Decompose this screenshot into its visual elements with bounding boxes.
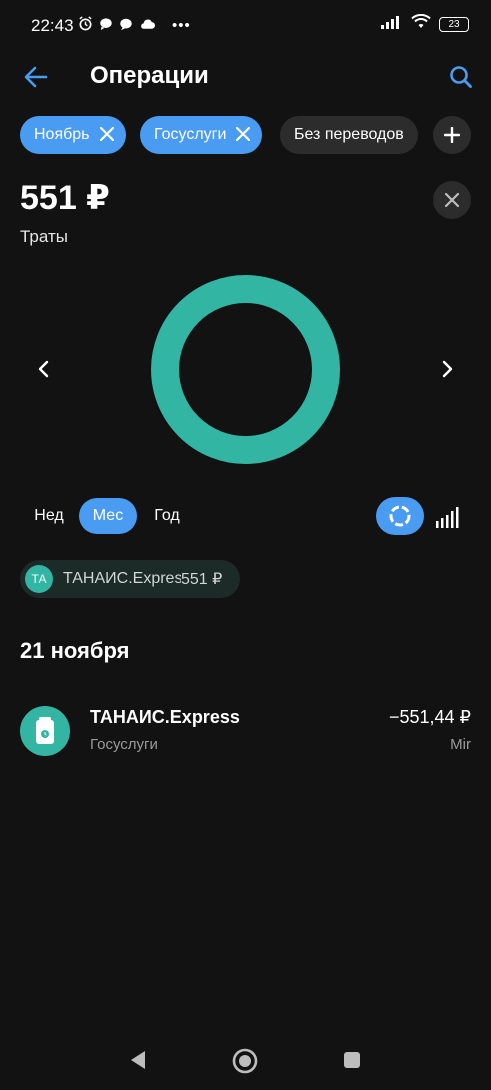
spending-donut-chart[interactable] — [150, 274, 341, 465]
status-right-icons: 23 — [381, 13, 469, 34]
nav-recents-icon[interactable] — [342, 1050, 362, 1070]
clear-filters-button[interactable] — [433, 181, 471, 219]
transaction-title: ТАНАИС.Express — [90, 707, 240, 727]
filter-chip-label: Без переводов — [294, 126, 404, 143]
signal-icon — [381, 15, 403, 34]
filter-chip-label: Госуслуги — [154, 126, 227, 143]
document-icon — [36, 717, 54, 744]
merchant-avatar: ТА — [25, 565, 53, 593]
period-year[interactable]: Год — [145, 498, 189, 534]
nav-home-icon[interactable] — [231, 1047, 259, 1075]
transaction-card: Mir — [450, 736, 471, 753]
search-icon[interactable] — [447, 63, 475, 91]
chevron-right-icon[interactable] — [435, 356, 461, 382]
page-title: Операции — [90, 62, 209, 89]
filter-chip-label: Ноябрь — [34, 126, 90, 143]
donut-view-icon — [389, 505, 411, 527]
wifi-icon — [411, 13, 431, 34]
add-filter-button[interactable] — [433, 116, 471, 154]
message-icon — [119, 17, 133, 35]
period-week[interactable]: Нед — [26, 498, 72, 534]
filter-chip-no-transfers[interactable]: Без переводов — [280, 116, 418, 154]
status-time: 22:43 — [31, 16, 74, 35]
transaction-category: Госуслуги — [90, 736, 158, 753]
total-amount: 551 ₽ — [20, 179, 110, 217]
battery-icon: 23 — [439, 16, 469, 32]
merchant-legend-amount: 551 ₽ — [181, 571, 223, 588]
bar-chart-icon — [436, 507, 459, 528]
transaction-amount: −551,44 ₽ — [388, 707, 471, 727]
period-month[interactable]: Мес — [79, 498, 137, 534]
donut-segment-gosuslugi[interactable] — [151, 275, 340, 464]
system-nav-bar — [0, 1030, 491, 1090]
merchant-legend-chip[interactable]: ТА ТАНАИС.Express 551 ₽ — [20, 560, 240, 598]
status-left-icons: ••• — [78, 16, 191, 35]
filter-chip-category[interactable]: Госуслуги — [140, 116, 263, 154]
donut-view-button[interactable] — [376, 497, 424, 535]
close-icon[interactable] — [236, 126, 251, 144]
plus-icon — [444, 127, 460, 143]
alarm-icon — [78, 16, 93, 35]
chevron-left-icon[interactable] — [30, 356, 56, 382]
filter-chip-month[interactable]: Ноябрь — [20, 116, 126, 154]
more-icon: ••• — [172, 17, 191, 34]
cloud-icon — [139, 17, 156, 34]
merchant-legend-name: ТАНАИС.Express — [63, 570, 181, 587]
amount-label: Траты — [20, 227, 68, 246]
close-icon[interactable] — [99, 126, 114, 144]
nav-back-icon[interactable] — [126, 1048, 150, 1072]
merchant-logo — [20, 706, 70, 756]
close-icon — [445, 193, 459, 207]
chat-icon — [99, 17, 113, 35]
bar-view-button[interactable] — [434, 504, 460, 530]
back-arrow-icon[interactable] — [22, 63, 50, 91]
date-header: 21 ноября — [20, 638, 130, 663]
